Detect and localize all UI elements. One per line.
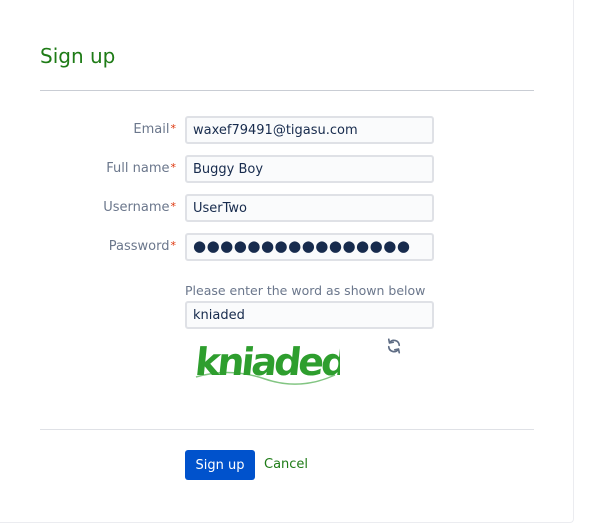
password-label-text: Password (108, 239, 170, 254)
captcha-word: kniaded (193, 340, 340, 384)
dialog-frame (0, 0, 574, 523)
header-divider (40, 90, 534, 91)
password-row: Password* ●●●●●●●●●●●●●●●● (0, 233, 540, 261)
footer-divider (40, 429, 534, 430)
captcha-field[interactable]: kniaded (185, 301, 434, 329)
password-required-marker: * (170, 239, 177, 252)
email-label: Email* (133, 122, 176, 137)
captcha-image: kniaded (193, 340, 340, 385)
full-name-field[interactable]: Buggy Boy (185, 155, 434, 183)
full-name-row: Full name* Buggy Boy (0, 155, 540, 183)
email-field[interactable]: waxef79491@tigasu.com (185, 116, 434, 144)
username-label: Username* (103, 200, 176, 215)
full-name-required-marker: * (170, 161, 177, 174)
captcha-row: kniaded (0, 301, 540, 329)
full-name-label: Full name* (106, 161, 176, 176)
password-label: Password* (109, 239, 176, 254)
refresh-icon[interactable] (385, 337, 403, 355)
signup-page: Sign up Email* waxef79491@tigasu.com Ful… (0, 0, 611, 524)
username-row: Username* UserTwo (0, 194, 540, 222)
username-label-text: Username (103, 200, 170, 215)
cancel-link[interactable]: Cancel (264, 457, 308, 472)
username-required-marker: * (170, 200, 177, 213)
dialog-title: Sign up (40, 44, 116, 68)
full-name-label-text: Full name (106, 161, 170, 176)
email-row: Email* waxef79491@tigasu.com (0, 116, 540, 144)
email-label-text: Email (133, 122, 170, 137)
password-field[interactable]: ●●●●●●●●●●●●●●●● (185, 233, 434, 261)
email-required-marker: * (170, 122, 177, 135)
sign-up-button[interactable]: Sign up (185, 450, 255, 480)
captcha-hint: Please enter the word as shown below (185, 283, 426, 298)
username-field[interactable]: UserTwo (185, 194, 434, 222)
